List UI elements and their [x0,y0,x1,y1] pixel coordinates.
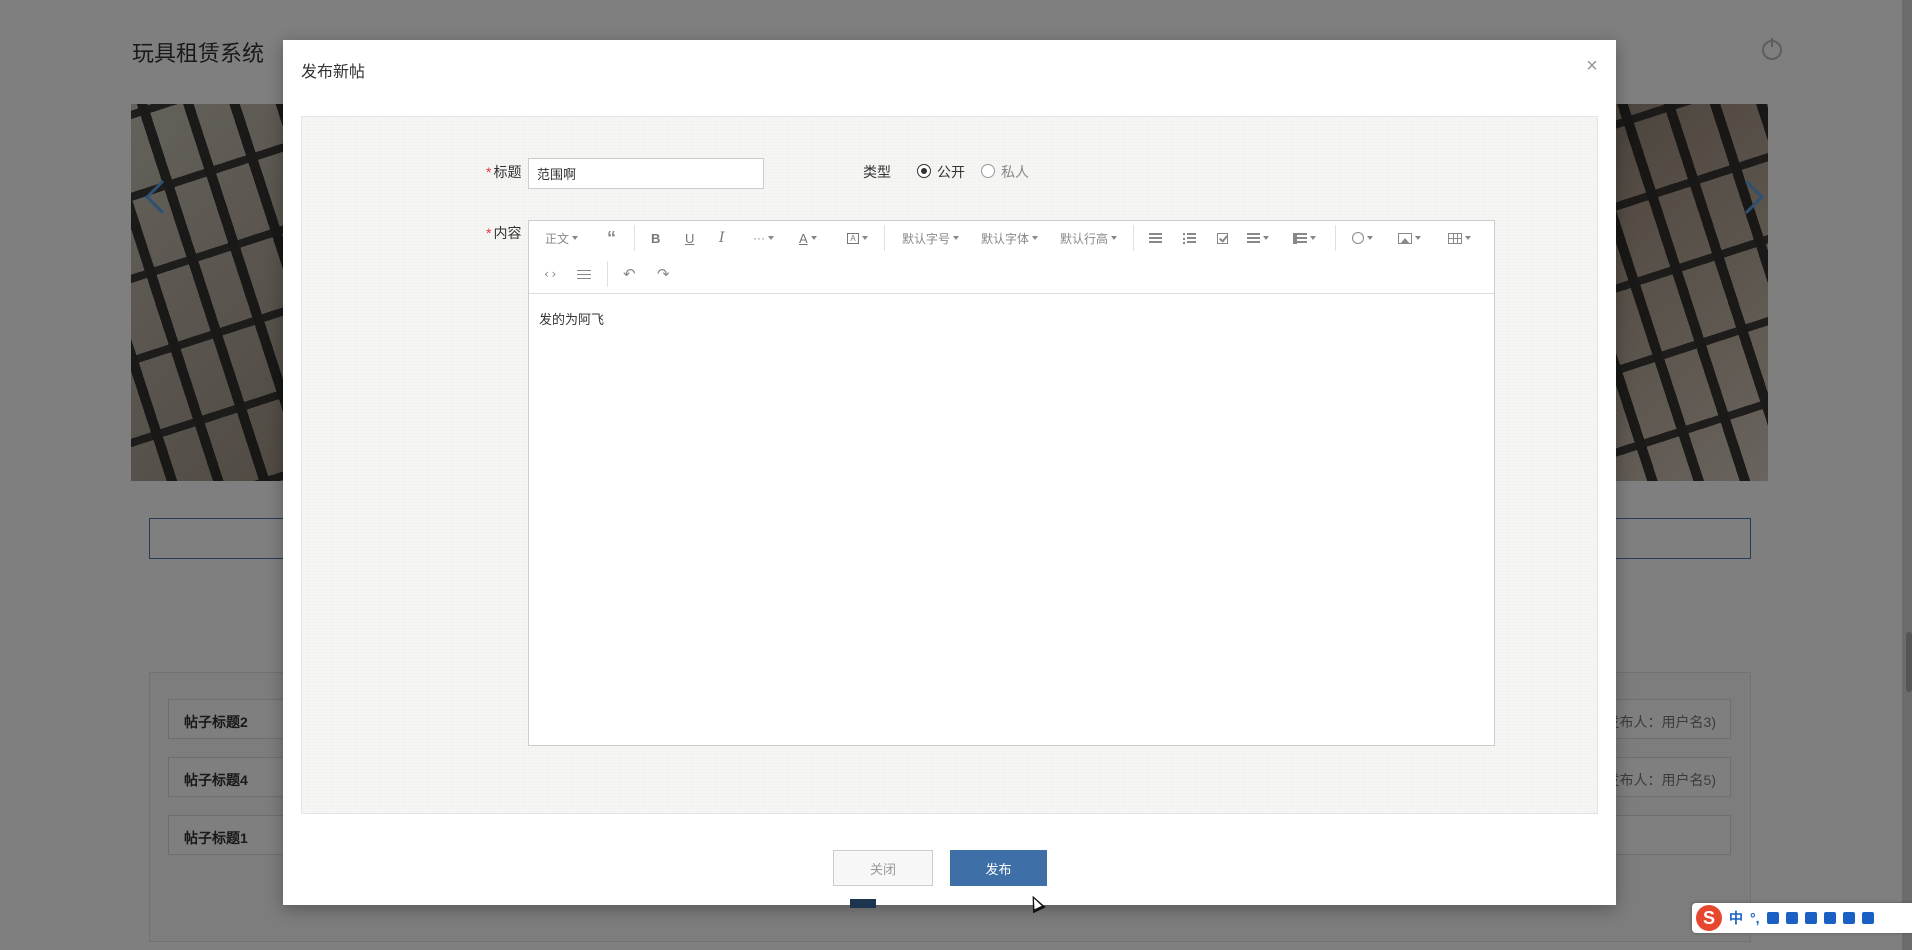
numbered-list-button[interactable] [1183,227,1196,249]
italic-button[interactable]: I [719,227,725,249]
content-label: * 内容 [486,225,522,241]
close-icon[interactable]: × [1582,56,1602,76]
rich-text-editor: 正文 “ B U I ··· A A 默认字号 默认字体 默认行高 ‹› ↶ ↷… [528,220,1495,746]
required-mark: * [486,225,492,241]
keyboard-icon[interactable] [1785,912,1798,924]
toolbar-divider [607,261,608,287]
editor-toolbar: 正文 “ B U I ··· A A 默认字号 默认字体 默认行高 ‹› ↶ ↷ [529,221,1494,294]
bold-button[interactable]: B [651,227,660,249]
type-label: 类型 [863,164,891,180]
type-private-label[interactable]: 私人 [1001,162,1029,182]
toolbar-divider [634,225,635,251]
editor-content[interactable]: 发的为阿飞 [539,309,604,328]
title-label: * 标题 [486,164,522,180]
ime-punctuation-toggle[interactable]: °, [1750,910,1760,926]
skin-icon[interactable] [1804,912,1817,924]
divider-line-icon [577,269,591,279]
align-icon [1247,232,1260,244]
toolbar-divider [884,225,885,251]
close-button[interactable]: 关闭 [833,850,933,886]
italic-icon: I [719,230,725,246]
microphone-icon[interactable] [1766,912,1779,924]
more-styles-dropdown[interactable]: ··· [753,227,774,249]
type-private-radio[interactable] [981,164,995,178]
heading-dropdown[interactable]: 正文 [545,227,579,249]
redo-button[interactable]: ↷ [657,263,670,285]
image-dropdown[interactable] [1398,227,1421,249]
scrollbar-thumb[interactable] [1906,632,1912,692]
ime-logo-icon[interactable]: S [1696,905,1722,931]
table-icon [1448,232,1462,244]
bg-color-dropdown[interactable]: A [847,227,868,249]
modal-body: *标题 类型 公开 私人 *内容 正文 “ B U I ··· A A 默认字号… [301,116,1598,814]
publish-button[interactable]: 发布 [950,850,1047,886]
bg-color-icon: A [847,232,859,244]
publish-post-modal: 发布新帖 × *标题 类型 公开 私人 *内容 正文 “ B U I ··· A… [283,40,1616,905]
code-icon: ‹› [543,267,558,281]
settings-icon[interactable] [1861,912,1874,924]
numbered-list-icon [1183,232,1196,244]
indent-dropdown[interactable] [1293,227,1316,249]
bold-icon: B [651,230,661,246]
ime-language-toggle[interactable]: 中 [1729,908,1743,928]
underline-icon: U [685,230,695,246]
emoji-icon [1352,232,1364,244]
toolbar-divider [1133,225,1134,251]
grid-icon[interactable] [1842,912,1855,924]
ime-toolbar: S 中 °, [1692,903,1912,933]
type-public-radio[interactable] [917,164,931,178]
font-family-dropdown[interactable]: 默认字体 [981,227,1039,249]
divider-line-button[interactable] [577,263,591,285]
todo-button[interactable] [1217,227,1228,249]
toolbar-divider [1335,225,1336,251]
align-dropdown[interactable] [1247,227,1269,249]
indent-icon [1293,232,1307,244]
modal-title: 发布新帖 [301,64,366,81]
checkbox-icon [1217,232,1228,244]
emoji-dropdown[interactable] [1352,227,1373,249]
code-button[interactable]: ‹› [543,263,557,285]
required-mark: * [486,164,492,180]
undo-icon: ↶ [623,266,636,283]
scrollbar[interactable] [1902,0,1912,950]
bullet-list-icon [1149,232,1162,244]
line-height-dropdown[interactable]: 默认行高 [1060,227,1118,249]
image-icon [1398,232,1412,244]
font-color-dropdown[interactable]: A [799,227,817,249]
undo-button[interactable]: ↶ [623,263,636,285]
quote-icon: “ [607,227,616,248]
pagination-indicator[interactable] [850,899,876,908]
underline-button[interactable]: U [685,227,694,249]
title-input[interactable] [528,158,764,189]
quote-button[interactable]: “ [607,227,616,249]
game-icon[interactable] [1823,912,1836,924]
font-color-icon: A [799,230,808,246]
table-dropdown[interactable] [1448,227,1471,249]
redo-icon: ↷ [657,266,670,283]
font-size-dropdown[interactable]: 默认字号 [902,227,960,249]
bullet-list-button[interactable] [1149,227,1162,249]
type-public-label[interactable]: 公开 [937,162,965,182]
